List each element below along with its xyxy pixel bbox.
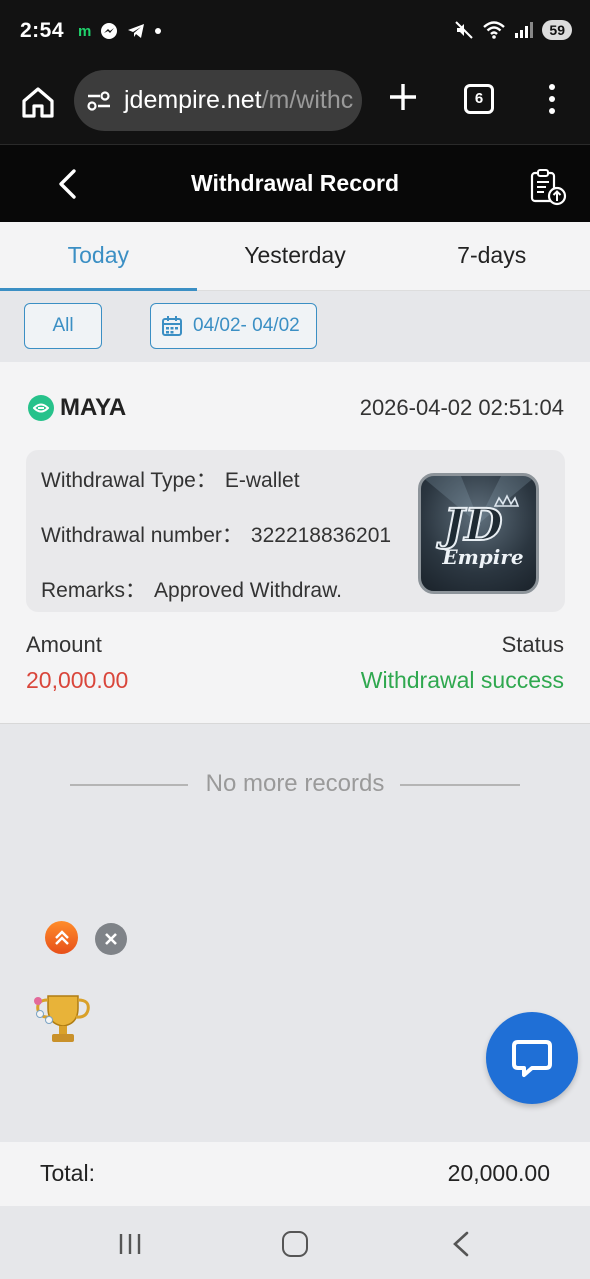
maya-logo-icon	[28, 395, 54, 421]
browser-toolbar: jdempire.net/m/withc 6	[0, 66, 590, 144]
page-title: Withdrawal Record	[190, 170, 400, 196]
provider: MAYA	[28, 394, 126, 422]
amount-value: 20,000.00	[26, 667, 129, 693]
live-chat-button[interactable]	[486, 1012, 578, 1104]
tab-yesterday[interactable]: Yesterday	[197, 222, 394, 290]
no-more-records: No more records	[0, 770, 590, 800]
total-value: 20,000.00	[447, 1160, 550, 1186]
clock: 2:54	[20, 19, 65, 42]
filter-row: All 04/02- 04/02	[0, 291, 590, 361]
withdrawal-number-label: Withdrawal number：	[41, 524, 243, 547]
scroll-to-top-button[interactable]	[45, 921, 78, 954]
system-icons: 59	[454, 20, 572, 40]
chat-bubble-icon	[512, 1040, 552, 1077]
divider-right	[400, 784, 520, 786]
all-filter-button[interactable]: All	[24, 303, 102, 349]
mute-icon	[455, 21, 474, 39]
dot-icon	[155, 28, 162, 34]
more-menu-icon[interactable]	[544, 82, 560, 116]
date-range-text: 04/02- 04/02	[193, 315, 300, 336]
date-tabs: Today Yesterday 7-days	[0, 222, 590, 291]
telegram-icon	[128, 24, 145, 38]
status-label: Status	[501, 632, 564, 657]
record-details: Withdrawal Type： E-wallet Withdrawal numb…	[26, 450, 565, 612]
remarks-row: Remarks： Approved Withdraw.	[41, 574, 342, 604]
system-nav-bar	[0, 1206, 590, 1279]
wifi-icon	[483, 21, 506, 39]
export-record-icon[interactable]	[528, 167, 568, 207]
withdrawal-type-label: Withdrawal Type：	[41, 469, 217, 492]
provider-name: MAYA	[60, 394, 127, 421]
amount-label: Amount	[26, 632, 102, 657]
total-label: Total:	[40, 1160, 95, 1186]
address-bar[interactable]: jdempire.net/m/withc	[74, 70, 362, 131]
withdrawal-type-row: Withdrawal Type： E-wallet	[41, 464, 300, 494]
withdrawal-number-value: 322218836201	[250, 524, 392, 547]
remarks-value: Approved Withdraw.	[154, 579, 342, 602]
notification-icons: m	[78, 22, 162, 40]
trophy-icon[interactable]	[30, 990, 92, 1048]
calendar-icon	[162, 316, 182, 336]
battery-level: 59	[542, 20, 572, 40]
messenger-icon	[101, 23, 118, 39]
jd-empire-logo: JD Empire	[418, 473, 539, 594]
record-datetime: 2026-04-02 02:51:04	[359, 395, 564, 420]
app-header: Withdrawal Record	[0, 144, 590, 222]
new-tab-icon[interactable]	[387, 81, 419, 113]
url-path: /m/withc	[261, 86, 354, 114]
signal-icon	[515, 22, 534, 38]
status-value: Withdrawal success	[360, 667, 564, 693]
withdrawal-type-value: E-wallet	[224, 469, 300, 492]
remarks-label: Remarks：	[41, 579, 147, 602]
close-icon	[105, 933, 117, 945]
tab-switcher-button[interactable]: 6	[464, 84, 494, 114]
url-text: jdempire.net/m/withc	[124, 86, 353, 115]
site-settings-icon[interactable]	[86, 89, 112, 113]
close-widget-button[interactable]	[95, 923, 127, 955]
tab-7-days[interactable]: 7-days	[393, 222, 590, 290]
total-bar: Total: 20,000.00	[0, 1142, 590, 1206]
url-domain: jdempire.net	[124, 86, 262, 114]
withdrawal-record-card[interactable]: MAYA 2026-04-02 02:51:04 Withdrawal Type…	[0, 362, 590, 724]
back-nav-icon[interactable]	[450, 1230, 472, 1258]
recent-apps-icon[interactable]	[118, 1232, 142, 1256]
m-app-icon: m	[78, 22, 92, 40]
tab-today[interactable]: Today	[0, 222, 197, 291]
date-range-button[interactable]: 04/02- 04/02	[150, 303, 317, 349]
logo-empire-text: Empire	[441, 545, 523, 569]
withdrawal-number-row: Withdrawal number： 322218836201	[41, 519, 391, 549]
status-bar: 2:54 m 59	[0, 0, 590, 66]
logo-jd-text: JD	[437, 500, 503, 551]
home-icon[interactable]	[20, 84, 56, 120]
double-chevron-up-icon	[54, 929, 69, 945]
home-nav-icon[interactable]	[282, 1231, 308, 1257]
